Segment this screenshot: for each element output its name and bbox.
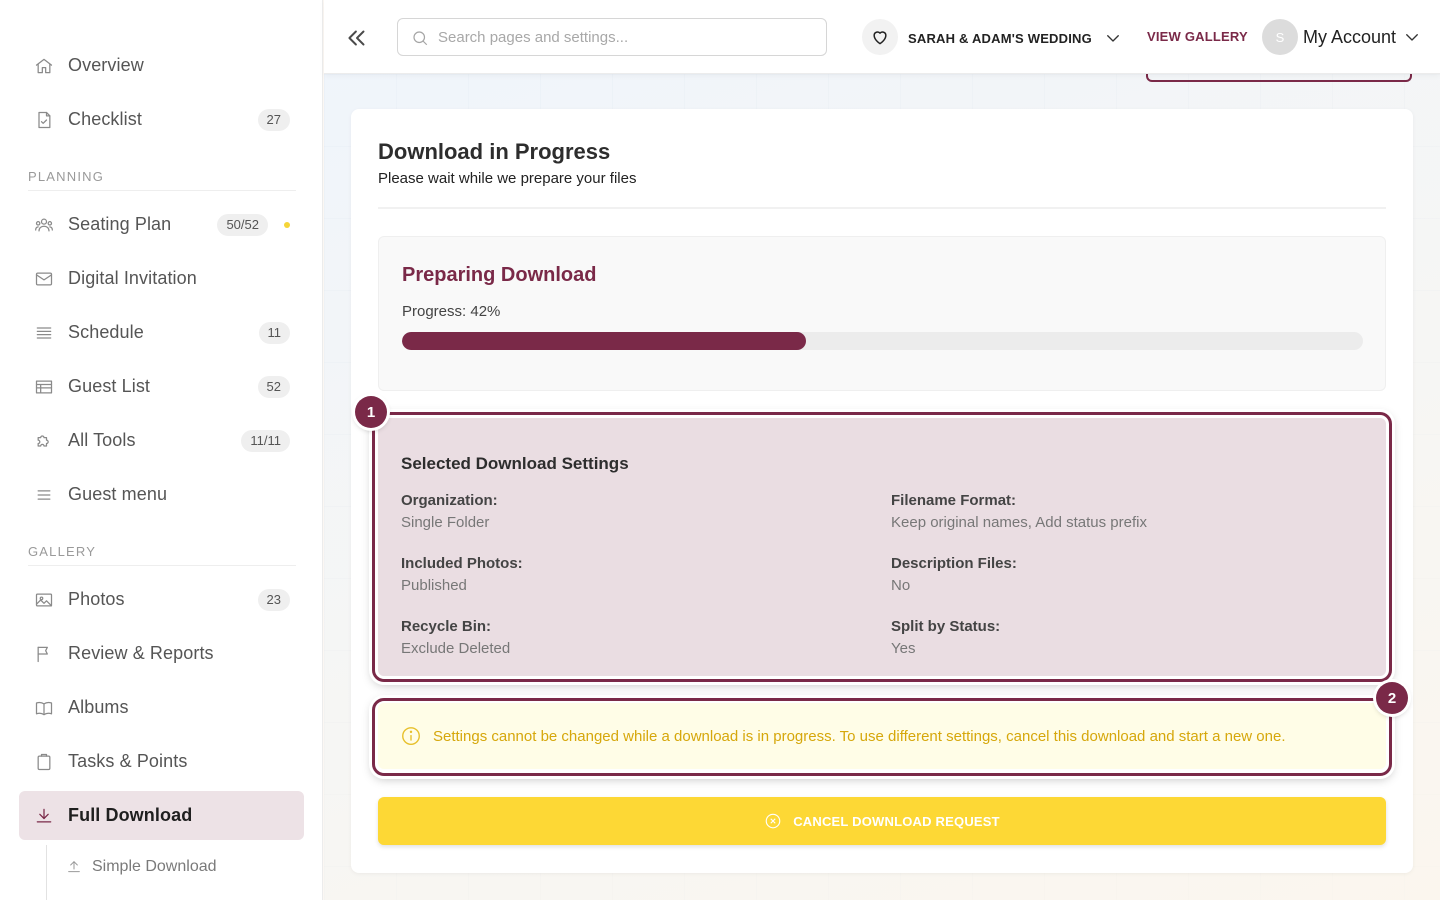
sidebar-item-label: All Tools (68, 430, 136, 450)
sidebar-item-all-tools[interactable]: All Tools 11/11 (19, 416, 304, 465)
menu-icon (33, 484, 55, 506)
search-box[interactable] (397, 18, 827, 56)
sidebar-item-label: Guest List (68, 376, 151, 396)
sidebar-item-schedule[interactable]: Schedule 11 (19, 308, 304, 357)
double-chevron-left-icon (348, 30, 365, 46)
count-badge: 27 (257, 108, 290, 131)
count-badge: 11/11 (241, 429, 290, 452)
people-icon (33, 214, 55, 236)
annotation-marker-2: 2 (1376, 682, 1408, 714)
view-gallery-link[interactable]: VIEW GALLERY (1147, 29, 1248, 44)
subnav-line (46, 845, 47, 900)
flag-icon (33, 643, 55, 665)
page-title: Download in Progress (378, 139, 611, 164)
divider (378, 207, 1386, 209)
download-icon (33, 805, 55, 827)
section-heading-planning: PLANNING (28, 169, 105, 184)
progress-text: Progress: 42% (402, 303, 501, 320)
cancel-button-label: CANCEL DOWNLOAD REQUEST (793, 813, 1000, 829)
sidebar-item-photos[interactable]: Photos 23 (19, 575, 304, 624)
event-name: SARAH & ADAM'S WEDDING (908, 30, 1092, 46)
avatar: S (1262, 19, 1298, 55)
favorite-button[interactable] (862, 19, 898, 55)
cancel-download-button[interactable]: CANCEL DOWNLOAD REQUEST (378, 797, 1386, 845)
sidebar-item-label: Photos (68, 589, 125, 609)
upload-icon (68, 861, 80, 873)
search-input[interactable] (438, 19, 818, 55)
highlight-frame-warning (372, 698, 1392, 776)
sidebar-item-overview[interactable]: Overview (19, 41, 304, 90)
count-badge: 23 (257, 588, 290, 611)
search-icon (411, 29, 429, 47)
puzzle-icon (33, 430, 55, 452)
sidebar-item-full-download[interactable]: Full Download (19, 791, 304, 840)
collapse-sidebar-button[interactable] (344, 25, 370, 51)
sidebar-item-label: Digital Invitation (68, 268, 197, 288)
count-badge: 11 (258, 321, 290, 344)
book-icon (33, 697, 55, 719)
sidebar-item-guest-list[interactable]: Guest List 52 (19, 362, 304, 411)
count-badge: 50/52 (217, 213, 268, 236)
page-subtitle: Please wait while we prepare your files (378, 170, 637, 187)
sidebar-item-tasks-points[interactable]: Tasks & Points (19, 737, 304, 786)
image-icon (33, 589, 55, 611)
sidebar-item-label: Schedule (68, 322, 144, 342)
progress-bar (402, 332, 1363, 350)
envelope-icon (33, 268, 55, 290)
sidebar-item-checklist[interactable]: Checklist 27 (19, 95, 304, 144)
account-label: My Account (1303, 26, 1397, 47)
sidebar-subitem-label: Simple Download (92, 858, 217, 875)
count-badge: 52 (257, 375, 290, 398)
event-selector[interactable]: SARAH & ADAM'S WEDDING (908, 28, 1122, 48)
progress-bar-fill (402, 332, 806, 350)
checklist-icon (33, 109, 55, 131)
cancel-circle-icon (764, 812, 782, 830)
sidebar-item-label: Albums (68, 697, 129, 717)
lines-icon (33, 322, 55, 344)
sidebar-item-label: Overview (68, 55, 144, 75)
progress-title: Preparing Download (402, 264, 597, 286)
sidebar-item-label: Tasks & Points (68, 751, 188, 771)
chevron-down-icon (1104, 29, 1122, 47)
sidebar-item-label: Full Download (68, 805, 193, 825)
clipboard-icon (33, 751, 55, 773)
sidebar-item-guest-menu[interactable]: Guest menu (19, 470, 304, 519)
heart-icon (873, 31, 887, 45)
sidebar-subitem-simple-download[interactable]: Simple Download (66, 853, 217, 881)
progress-panel: Preparing Download Progress: 42% (378, 236, 1386, 391)
section-heading-gallery: GALLERY (28, 544, 97, 559)
annotation-marker-1: 1 (355, 396, 387, 428)
status-dot (284, 221, 290, 228)
account-menu[interactable]: S My Account (1262, 18, 1421, 56)
section-divider (28, 565, 296, 566)
home-icon (33, 55, 55, 77)
chevron-down-icon (1403, 28, 1421, 46)
sidebar-item-label: Guest menu (68, 484, 168, 504)
top-bar: SARAH & ADAM'S WEDDING VIEW GALLERY S My… (324, 0, 1440, 74)
sidebar-item-seating-plan[interactable]: Seating Plan 50/52 (19, 200, 304, 249)
sidebar: Overview Checklist 27 PLANNING Seating P… (0, 0, 323, 900)
sidebar-item-digital-invitation[interactable]: Digital Invitation (19, 254, 304, 303)
sidebar-item-label: Review & Reports (68, 643, 214, 663)
section-divider (28, 190, 296, 191)
table-icon (33, 376, 55, 398)
sidebar-item-label: Seating Plan (68, 214, 172, 234)
sidebar-item-review-reports[interactable]: Review & Reports (19, 629, 304, 678)
sidebar-item-label: Checklist (68, 109, 142, 129)
highlight-frame-settings (372, 412, 1392, 682)
sidebar-item-albums[interactable]: Albums (19, 683, 304, 732)
